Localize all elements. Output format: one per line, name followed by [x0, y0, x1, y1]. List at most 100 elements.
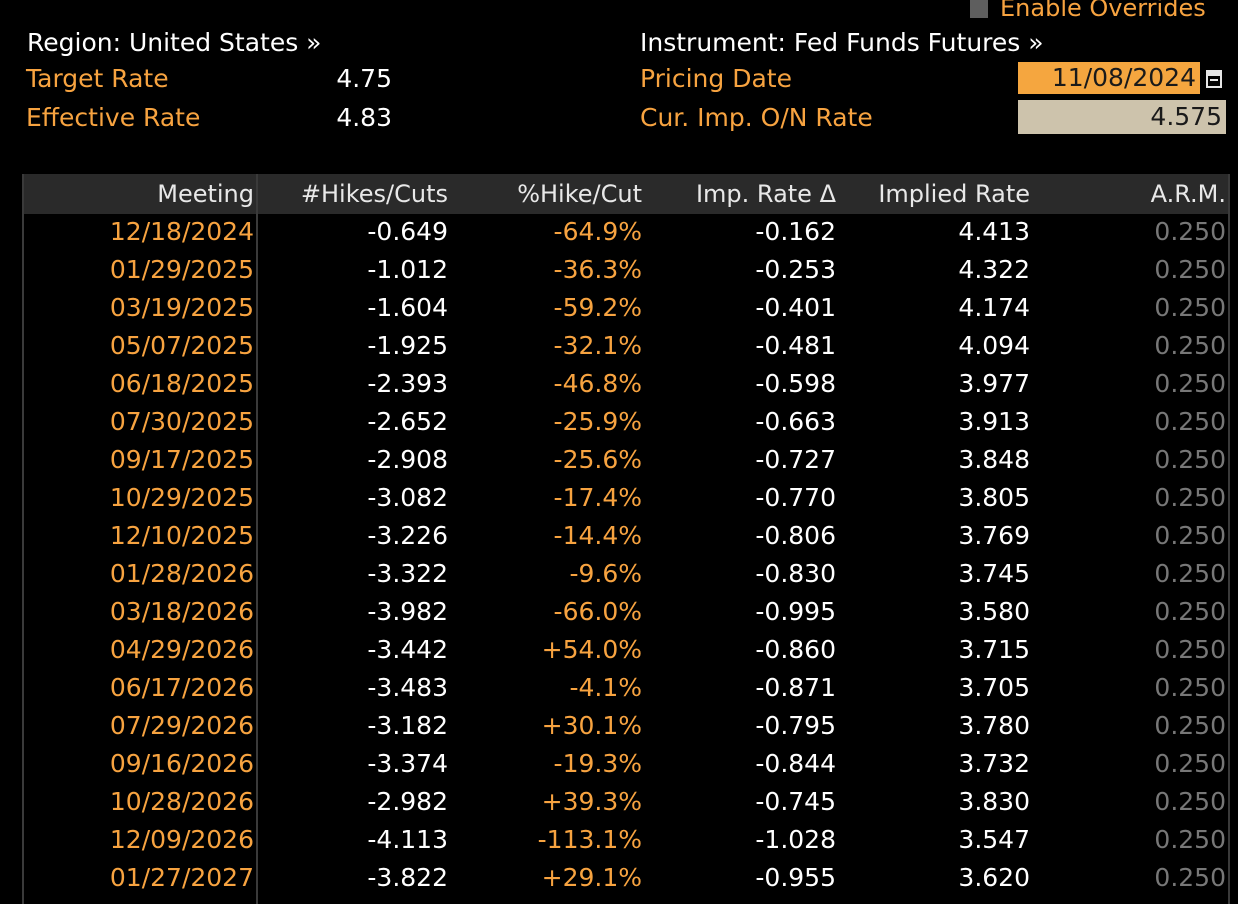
cell-implied-rate: 3.732 — [958, 749, 1030, 778]
cell-arm: 0.250 — [1154, 369, 1226, 398]
table-row[interactable]: 10/29/2025 -3.082 -17.4% -0.770 3.805 0.250 — [24, 480, 1230, 518]
cur-imp-on-rate-input[interactable]: 4.575 — [1018, 100, 1226, 134]
region-selector[interactable]: Region: United States » — [27, 28, 321, 58]
cell-meeting: 12/10/2025 — [109, 521, 254, 550]
cell-imp-rate-delta: -0.253 — [755, 255, 836, 284]
cell-arm: 0.250 — [1154, 331, 1226, 360]
column-header-imp-rate-delta[interactable]: Imp. Rate Δ — [646, 174, 840, 214]
column-header-implied-rate[interactable]: Implied Rate — [840, 174, 1034, 214]
table-row[interactable]: 09/16/2026 -3.374 -19.3% -0.844 3.732 0.250 — [24, 746, 1230, 784]
cell-imp-rate-delta: -0.598 — [755, 369, 836, 398]
cell-pct-hike-cut: +30.1% — [541, 711, 642, 740]
cell-imp-rate-delta: -0.481 — [755, 331, 836, 360]
cell-meeting: 06/17/2026 — [109, 673, 254, 702]
cell-meeting: 06/18/2025 — [109, 369, 254, 398]
cell-meeting: 03/19/2025 — [109, 293, 254, 322]
cell-hikes-cuts: -3.483 — [367, 673, 448, 702]
cell-hikes-cuts: -3.822 — [367, 863, 448, 892]
cell-pct-hike-cut: -59.2% — [553, 293, 642, 322]
cell-hikes-cuts: -3.226 — [367, 521, 448, 550]
cell-hikes-cuts: -3.982 — [367, 597, 448, 626]
pricing-date-label: Pricing Date — [640, 64, 792, 93]
cell-arm: 0.250 — [1154, 673, 1226, 702]
cell-pct-hike-cut: -36.3% — [553, 255, 642, 284]
table-row[interactable]: 03/19/2025 -1.604 -59.2% -0.401 4.174 0.250 — [24, 290, 1230, 328]
cell-meeting: 03/18/2026 — [109, 597, 254, 626]
cell-implied-rate: 3.780 — [958, 711, 1030, 740]
effective-rate-value: 4.83 — [336, 103, 392, 132]
cell-imp-rate-delta: -0.745 — [755, 787, 836, 816]
cell-hikes-cuts: -4.113 — [367, 825, 448, 854]
cell-meeting: 07/29/2026 — [109, 711, 254, 740]
cell-imp-rate-delta: -0.871 — [755, 673, 836, 702]
cell-arm: 0.250 — [1154, 293, 1226, 322]
cell-implied-rate: 4.094 — [958, 331, 1030, 360]
cell-hikes-cuts: -2.908 — [367, 445, 448, 474]
table-row[interactable]: 12/10/2025 -3.226 -14.4% -0.806 3.769 0.250 — [24, 518, 1230, 556]
cell-implied-rate: 4.174 — [958, 293, 1030, 322]
table-row[interactable]: 01/28/2026 -3.322 -9.6% -0.830 3.745 0.250 — [24, 556, 1230, 594]
cell-arm: 0.250 — [1154, 407, 1226, 436]
cell-meeting: 09/16/2026 — [109, 749, 254, 778]
table-row[interactable]: 01/29/2025 -1.012 -36.3% -0.253 4.322 0.250 — [24, 252, 1230, 290]
cell-arm: 0.250 — [1154, 217, 1226, 246]
enable-overrides-checkbox[interactable] — [970, 0, 988, 18]
cell-meeting: 10/29/2025 — [109, 483, 254, 512]
cell-arm: 0.250 — [1154, 483, 1226, 512]
cell-hikes-cuts: -1.012 — [367, 255, 448, 284]
cell-implied-rate: 3.913 — [958, 407, 1030, 436]
cell-hikes-cuts: -3.374 — [367, 749, 448, 778]
table-row[interactable]: 05/07/2025 -1.925 -32.1% -0.481 4.094 0.250 — [24, 328, 1230, 366]
cell-pct-hike-cut: -9.6% — [569, 559, 642, 588]
column-header-pct-hike-cut[interactable]: %Hike/Cut — [452, 174, 646, 214]
cell-pct-hike-cut: -25.9% — [553, 407, 642, 436]
table-row[interactable]: 10/28/2026 -2.982 +39.3% -0.745 3.830 0.250 — [24, 784, 1230, 822]
table-row[interactable]: 04/29/2026 -3.442 +54.0% -0.860 3.715 0.250 — [24, 632, 1230, 670]
cell-implied-rate: 3.547 — [958, 825, 1030, 854]
cell-implied-rate: 3.848 — [958, 445, 1030, 474]
column-header-arm[interactable]: A.R.M. — [1034, 174, 1230, 214]
cell-arm: 0.250 — [1154, 559, 1226, 588]
cell-implied-rate: 3.805 — [958, 483, 1030, 512]
table-row[interactable]: 03/18/2026 -3.982 -66.0% -0.995 3.580 0.250 — [24, 594, 1230, 632]
table-row[interactable]: 07/30/2025 -2.652 -25.9% -0.663 3.913 0.250 — [24, 404, 1230, 442]
cell-arm: 0.250 — [1154, 749, 1226, 778]
table-row[interactable]: 09/17/2025 -2.908 -25.6% -0.727 3.848 0.250 — [24, 442, 1230, 480]
cell-implied-rate: 3.769 — [958, 521, 1030, 550]
cell-pct-hike-cut: -46.8% — [553, 369, 642, 398]
enable-overrides-label: Enable Overrides — [1000, 0, 1206, 22]
pricing-date-input[interactable]: 11/08/2024 — [1018, 62, 1200, 94]
cell-imp-rate-delta: -1.028 — [755, 825, 836, 854]
cell-arm: 0.250 — [1154, 711, 1226, 740]
cell-meeting: 01/28/2026 — [109, 559, 254, 588]
cell-hikes-cuts: -3.442 — [367, 635, 448, 664]
table-row[interactable]: 01/27/2027 -3.822 +29.1% -0.955 3.620 0.250 — [24, 860, 1230, 898]
table-row[interactable]: 12/09/2026 -4.113 -113.1% -1.028 3.547 0.250 — [24, 822, 1230, 860]
table-row[interactable]: 12/18/2024 -0.649 -64.9% -0.162 4.413 0.250 — [24, 214, 1230, 252]
cell-arm: 0.250 — [1154, 863, 1226, 892]
cell-implied-rate: 3.705 — [958, 673, 1030, 702]
cell-implied-rate: 3.977 — [958, 369, 1030, 398]
cell-arm: 0.250 — [1154, 521, 1226, 550]
calendar-button[interactable] — [1203, 62, 1225, 94]
cell-meeting: 12/18/2024 — [109, 217, 254, 246]
table-row[interactable]: 06/17/2026 -3.483 -4.1% -0.871 3.705 0.250 — [24, 670, 1230, 708]
cell-imp-rate-delta: -0.995 — [755, 597, 836, 626]
table-header: Meeting #Hikes/Cuts %Hike/Cut Imp. Rate … — [24, 174, 1230, 214]
cell-hikes-cuts: -2.393 — [367, 369, 448, 398]
effective-rate-label: Effective Rate — [26, 103, 201, 132]
table-row[interactable]: 07/29/2026 -3.182 +30.1% -0.795 3.780 0.250 — [24, 708, 1230, 746]
enable-overrides-toggle[interactable]: Enable Overrides — [970, 0, 1206, 22]
cell-imp-rate-delta: -0.860 — [755, 635, 836, 664]
cell-meeting: 05/07/2025 — [109, 331, 254, 360]
instrument-selector[interactable]: Instrument: Fed Funds Futures » — [640, 28, 1044, 58]
column-header-hikes-cuts[interactable]: #Hikes/Cuts — [258, 174, 452, 214]
column-header-meeting[interactable]: Meeting — [24, 174, 258, 214]
cell-implied-rate: 4.413 — [958, 217, 1030, 246]
cell-hikes-cuts: -3.322 — [367, 559, 448, 588]
cell-hikes-cuts: -3.082 — [367, 483, 448, 512]
table-row[interactable]: 06/18/2025 -2.393 -46.8% -0.598 3.977 0.250 — [24, 366, 1230, 404]
cell-pct-hike-cut: +39.3% — [541, 787, 642, 816]
cell-meeting: 12/09/2026 — [109, 825, 254, 854]
cell-pct-hike-cut: -113.1% — [537, 825, 642, 854]
